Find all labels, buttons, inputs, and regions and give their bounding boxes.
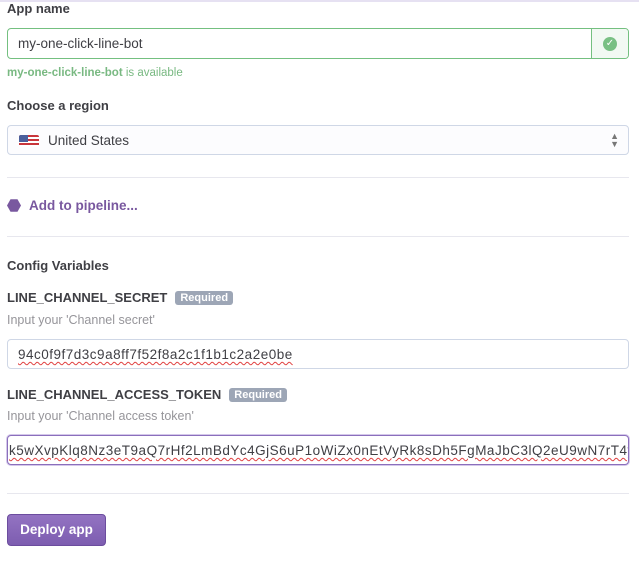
region-select[interactable]: United States ▲ ▼ [7, 125, 629, 155]
add-to-pipeline-label[interactable]: Add to pipeline... [29, 198, 138, 213]
section-divider [7, 236, 629, 237]
app-name-label: App name [7, 1, 70, 16]
token-hint: Input your 'Channel access token' [7, 409, 194, 423]
deploy-app-button[interactable]: Deploy app [7, 514, 106, 546]
add-to-pipeline-link[interactable]: Add to pipeline... [7, 198, 138, 213]
channel-secret-input[interactable]: 94c0f9f7d3c9a8ff7f52f8a2c1f1b1c2a2e0be [7, 339, 629, 369]
top-divider [0, 0, 639, 2]
availability-message: my-one-click-line-bot is available [7, 67, 183, 79]
app-name-value[interactable]: my-one-click-line-bot [18, 36, 143, 51]
secret-var-label: LINE_CHANNEL_SECRET Required [7, 290, 234, 305]
availability-text: is available [122, 67, 183, 79]
availability-app-name: my-one-click-line-bot [7, 67, 123, 79]
token-var-name: LINE_CHANNEL_ACCESS_TOKEN [7, 387, 222, 402]
region-selected-value: United States [48, 133, 130, 148]
section-divider [7, 493, 629, 494]
channel-access-token-value[interactable]: k5wXvpKlq8Nz3eT9aQ7rHf2LmBdYc4GjS6uP1oWi… [9, 443, 628, 458]
pipeline-hexagon-icon [7, 199, 21, 212]
required-badge: Required [229, 388, 287, 402]
channel-secret-value[interactable]: 94c0f9f7d3c9a8ff7f52f8a2c1f1b1c2a2e0be [18, 347, 293, 362]
channel-access-token-input[interactable]: k5wXvpKlq8Nz3eT9aQ7rHf2LmBdYc4GjS6uP1oWi… [7, 435, 629, 465]
availability-status: ✓ [591, 29, 628, 58]
config-vars-heading: Config Variables [7, 258, 109, 273]
secret-var-name: LINE_CHANNEL_SECRET [7, 290, 168, 305]
required-badge: Required [175, 291, 234, 305]
region-label: Choose a region [7, 98, 109, 113]
token-var-label: LINE_CHANNEL_ACCESS_TOKEN Required [7, 387, 287, 402]
select-arrows-icon: ▲ ▼ [610, 131, 619, 149]
section-divider [7, 177, 629, 178]
app-name-input[interactable]: my-one-click-line-bot ✓ [7, 28, 629, 59]
secret-hint: Input your 'Channel secret' [7, 313, 155, 327]
us-flag-icon [19, 135, 39, 147]
check-circle-icon: ✓ [603, 37, 617, 51]
